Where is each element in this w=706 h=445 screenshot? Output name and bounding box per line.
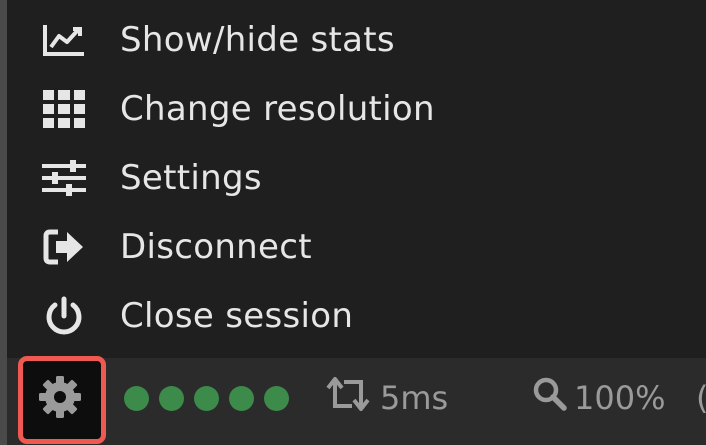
settings-toggle-button[interactable] xyxy=(34,373,86,425)
menu-item-label: Disconnect xyxy=(120,226,312,267)
sliders-icon xyxy=(41,155,87,201)
magnifier-icon xyxy=(532,376,574,420)
connection-quality-indicator xyxy=(124,386,289,411)
remote-session-window: Show/hide stats Change resolution Settin… xyxy=(0,0,706,445)
zoom-value: 100% xyxy=(574,379,666,417)
menu-item-settings[interactable]: Settings xyxy=(7,143,706,212)
gear-icon xyxy=(37,374,83,425)
session-menu: Show/hide stats Change resolution Settin… xyxy=(7,5,706,350)
signal-dot xyxy=(159,386,184,411)
menu-item-change-resolution[interactable]: Change resolution xyxy=(7,74,706,143)
truncated-status-text: ( xyxy=(696,376,706,420)
menu-item-disconnect[interactable]: Disconnect xyxy=(7,212,706,281)
signal-dot xyxy=(194,386,219,411)
sign-out-icon xyxy=(41,224,87,270)
power-icon xyxy=(41,293,87,339)
zoom-control[interactable]: 100% xyxy=(532,376,665,420)
chart-line-icon xyxy=(41,17,87,63)
window-edge xyxy=(0,0,7,445)
menu-item-label: Change resolution xyxy=(120,88,435,129)
menu-item-label: Settings xyxy=(120,157,262,198)
latency-value: 5ms xyxy=(380,379,449,417)
menu-item-close-session[interactable]: Close session xyxy=(7,281,706,350)
menu-item-label: Show/hide stats xyxy=(120,19,395,60)
signal-dot xyxy=(264,386,289,411)
menu-item-label: Close session xyxy=(120,295,354,336)
signal-dot xyxy=(229,386,254,411)
signal-dot xyxy=(124,386,149,411)
grid-icon xyxy=(41,86,87,132)
refresh-arrows-icon xyxy=(322,376,380,420)
latency-readout: 5ms xyxy=(322,376,448,420)
menu-item-show-hide-stats[interactable]: Show/hide stats xyxy=(7,5,706,74)
